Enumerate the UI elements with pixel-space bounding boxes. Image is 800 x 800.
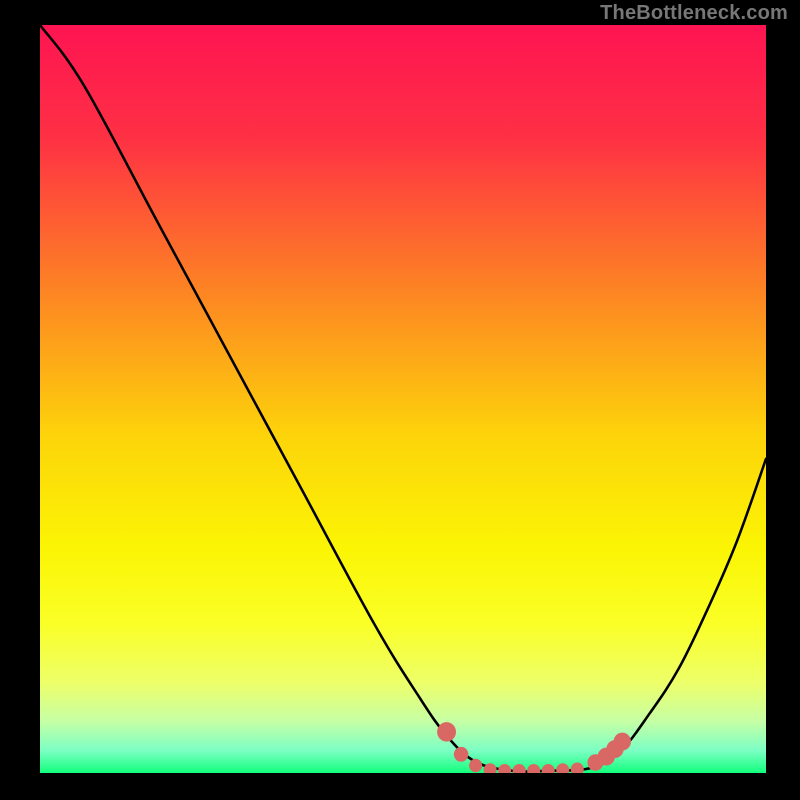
gradient-bg xyxy=(40,25,766,773)
highlight-dot xyxy=(437,722,456,741)
highlight-dot xyxy=(454,747,469,762)
plot-area xyxy=(40,25,766,773)
highlight-dot xyxy=(469,759,482,772)
chart-stage: TheBottleneck.com xyxy=(0,0,800,800)
watermark-text: TheBottleneck.com xyxy=(600,2,788,25)
plot-svg xyxy=(40,25,766,773)
highlight-dot xyxy=(614,733,631,751)
